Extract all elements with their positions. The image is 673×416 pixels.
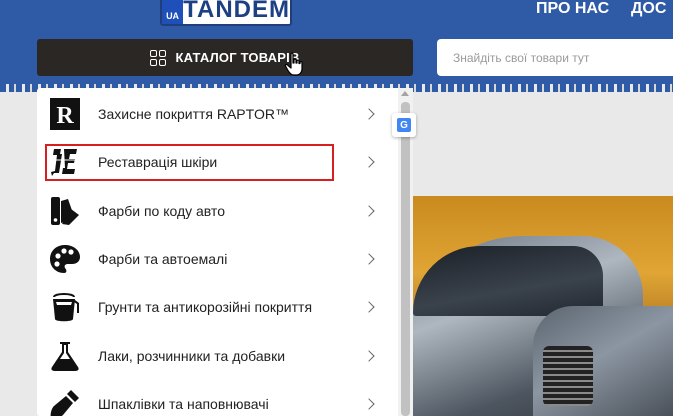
color-swatches-icon — [49, 195, 81, 227]
google-translate-button[interactable]: G — [392, 113, 416, 137]
paint-bucket-icon — [49, 291, 81, 323]
chevron-right-icon — [363, 108, 375, 120]
catalog-button[interactable]: КАТАЛОГ ТОВАРІВ — [37, 39, 413, 76]
menu-item-paint-by-code[interactable]: Фарби по коду авто — [37, 187, 413, 235]
search-field[interactable] — [437, 39, 673, 76]
catalog-button-label: КАТАЛОГ ТОВАРІВ — [175, 50, 300, 65]
translate-icon: G — [397, 118, 411, 132]
search-input[interactable] — [453, 50, 673, 65]
content-background — [413, 92, 673, 196]
menu-item-label: Фарби по коду авто — [98, 202, 225, 219]
menu-item-primers[interactable]: Грунти та антикорозійні покриття — [37, 283, 413, 331]
nav-link-delivery[interactable]: ДОС — [631, 0, 666, 17]
menu-item-label: Реставрація шкіри — [98, 154, 218, 171]
menu-item-raptor[interactable]: R Захисне покриття RAPTOR™ — [37, 90, 413, 138]
site-logo[interactable]: UA TANDEM — [160, 0, 292, 26]
chevron-right-icon — [363, 398, 375, 410]
menu-item-label: Фарби та автоемалі — [98, 251, 228, 268]
chevron-right-icon — [363, 253, 375, 265]
scrollbar-thumb[interactable] — [401, 102, 410, 416]
chevron-right-icon — [363, 156, 375, 169]
chevron-right-icon — [363, 205, 375, 217]
menu-item-paints-enamels[interactable]: Фарби та автоемалі — [37, 235, 413, 283]
nav-link-about[interactable]: ПРО НАС — [536, 0, 609, 17]
catalog-dropdown: R Захисне покриття RAPTOR™ Реставрація ш… — [37, 88, 413, 416]
menu-item-varnishes-solvents[interactable]: Лаки, розчинники та добавки — [37, 331, 413, 379]
logo-text: TANDEM — [183, 0, 290, 23]
menu-item-label: Захисне покриття RAPTOR™ — [98, 106, 289, 123]
flask-icon — [49, 340, 81, 372]
dropdown-scrollbar[interactable] — [398, 88, 413, 416]
scroll-up-arrow-icon[interactable] — [401, 91, 409, 96]
menu-item-putties-fillers[interactable]: Шпаклівки та наповнювачі — [37, 380, 413, 416]
menu-item-label: Шпаклівки та наповнювачі — [98, 395, 269, 412]
menu-item-leather-restoration[interactable]: Реставрація шкіри — [37, 138, 413, 186]
logo-ua-badge: UA — [162, 0, 184, 24]
spatula-icon — [49, 388, 81, 416]
menu-item-label: Грунти та антикорозійні покриття — [98, 299, 313, 316]
chevron-right-icon — [363, 301, 375, 313]
leather-restoration-logo-icon — [49, 146, 81, 178]
hero-image — [413, 196, 673, 416]
grid-icon — [150, 49, 167, 66]
svg-text:R: R — [56, 103, 74, 129]
chevron-right-icon — [363, 349, 375, 362]
catalog-menu: R Захисне покриття RAPTOR™ Реставрація ш… — [37, 88, 413, 416]
paint-palette-icon — [49, 243, 81, 275]
menu-item-label: Лаки, розчинники та добавки — [98, 347, 286, 364]
raptor-logo-icon: R — [49, 98, 81, 131]
hand-pointer-cursor-icon — [284, 52, 303, 76]
